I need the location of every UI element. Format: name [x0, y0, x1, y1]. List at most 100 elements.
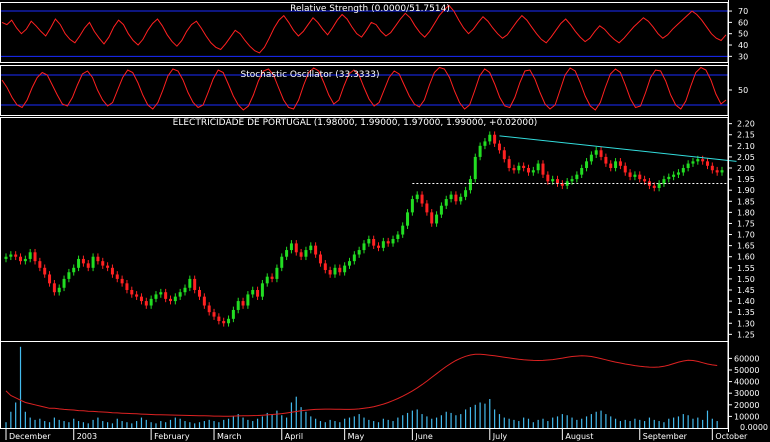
candle-body	[585, 161, 589, 169]
candle-body	[570, 179, 574, 182]
price-tick-label: 1.45	[737, 286, 755, 295]
candle-body	[173, 296, 177, 302]
candle-body	[638, 174, 642, 180]
candle-body	[483, 141, 487, 146]
candle-body	[67, 272, 71, 279]
candle-body	[309, 245, 313, 251]
candle-body	[478, 145, 482, 157]
chart-background	[0, 0, 770, 442]
candle-body	[135, 294, 139, 297]
price-tick-label: 1.90	[737, 186, 755, 195]
candle-body	[270, 276, 274, 279]
candle-body	[222, 321, 226, 324]
candle-body	[449, 194, 453, 200]
candle-body	[246, 294, 250, 306]
corner-label: 0.0000	[740, 423, 768, 432]
candle-body	[444, 199, 448, 206]
candle-body	[575, 174, 579, 180]
candle-body	[343, 265, 347, 273]
candle-body	[459, 196, 463, 202]
candle-body	[352, 254, 356, 262]
candle-body	[531, 170, 535, 173]
candle-body	[139, 296, 143, 302]
candle-body	[381, 241, 385, 248]
price-tick-label: 1.70	[737, 231, 755, 240]
rsi-tick-label: 30	[738, 52, 748, 61]
candle-body	[493, 134, 497, 144]
price-tick-label: 2.20	[737, 120, 755, 129]
candle-body	[526, 168, 530, 173]
month-label: July	[492, 432, 508, 441]
rsi-tick-label: 60	[738, 18, 748, 27]
candle-body	[110, 267, 114, 275]
candle-body	[391, 238, 395, 244]
candle-body	[473, 156, 477, 180]
month-label: June	[414, 432, 433, 441]
price-tick-label: 1.55	[737, 264, 755, 273]
candle-body	[188, 278, 192, 288]
candle-body	[686, 163, 690, 169]
candle-body	[406, 212, 410, 226]
candle-body	[48, 274, 52, 284]
candle-body	[415, 194, 419, 200]
month-label: February	[154, 432, 190, 441]
month-label: May	[348, 432, 365, 441]
candle-body	[623, 165, 627, 173]
candle-body	[377, 245, 381, 248]
price-tick-label: 1.80	[737, 208, 755, 217]
month-label: March	[217, 432, 241, 441]
candle-body	[541, 163, 545, 175]
candle-body	[367, 238, 371, 244]
candle-body	[551, 179, 555, 182]
candle-body	[193, 278, 197, 290]
candle-body	[512, 168, 516, 171]
candle-body	[672, 174, 676, 177]
candle-body	[33, 252, 37, 262]
candle-body	[149, 298, 153, 306]
price-tick-label: 1.25	[737, 330, 755, 339]
price-tick-label: 1.60	[737, 253, 755, 262]
candle-body	[159, 292, 163, 295]
candle-body	[4, 256, 8, 259]
candle-body	[328, 270, 332, 275]
candle-body	[275, 267, 279, 279]
price-tick-label: 1.40	[737, 297, 755, 306]
candle-body	[589, 154, 593, 162]
candle-body	[256, 289, 260, 297]
candle-body	[536, 163, 540, 171]
candle-body	[144, 301, 148, 306]
month-label: April	[285, 432, 303, 441]
candle-body	[28, 252, 32, 259]
candle-body	[314, 245, 318, 255]
candle-body	[260, 283, 264, 297]
volume-tick-label: 50000	[734, 366, 759, 375]
candle-body	[323, 263, 327, 271]
candle-body	[289, 243, 293, 251]
price-tick-label: 1.75	[737, 219, 755, 228]
candle-body	[178, 292, 182, 297]
candle-body	[101, 261, 105, 266]
candle-body	[333, 267, 337, 275]
candle-body	[556, 179, 560, 184]
candle-body	[618, 161, 622, 166]
candle-body	[454, 194, 458, 202]
candle-body	[231, 309, 235, 319]
candle-body	[594, 150, 598, 155]
candle-body	[628, 172, 632, 177]
candle-body	[420, 194, 424, 204]
volume-tick-label: 40000	[734, 378, 759, 387]
month-label: August	[565, 432, 593, 441]
candle-body	[468, 179, 472, 191]
stochastic-tick-label: 50	[738, 86, 748, 95]
candle-body	[609, 163, 613, 169]
candle-body	[667, 176, 671, 180]
candle-body	[439, 205, 443, 215]
candle-body	[164, 292, 168, 299]
candle-body	[662, 179, 666, 184]
month-label: September	[643, 432, 688, 441]
candle-body	[77, 258, 81, 268]
price-tick-label: 2.05	[737, 153, 755, 162]
candle-body	[168, 298, 172, 302]
candle-body	[96, 256, 100, 262]
stock-chart: Relative Strength (0.0000/51.7514) 30 40 5…	[0, 0, 770, 442]
